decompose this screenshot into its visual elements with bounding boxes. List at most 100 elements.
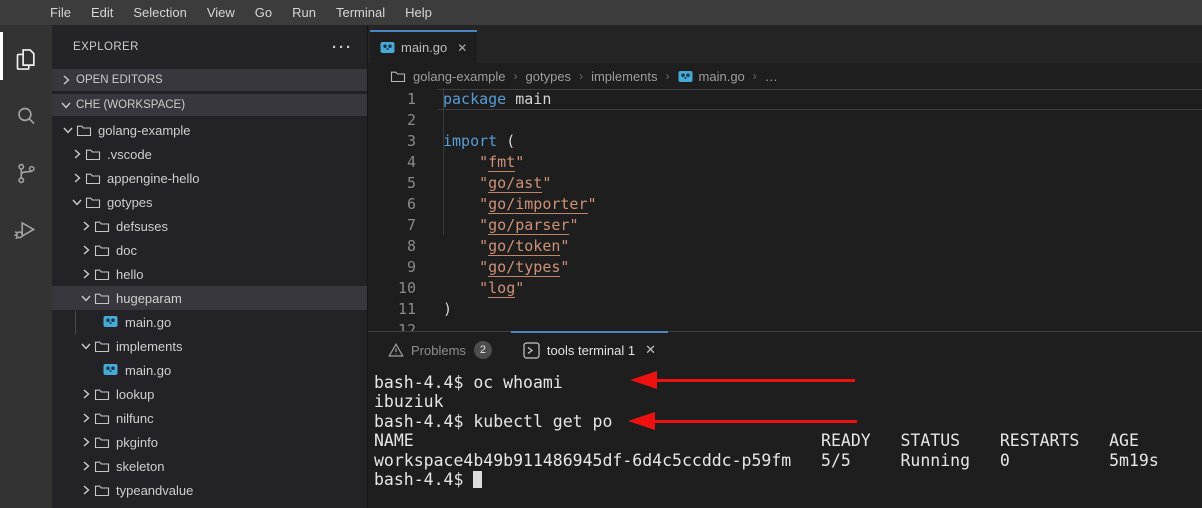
tree-folder-gotypes[interactable]: gotypes <box>52 190 367 214</box>
tree-folder-nilfunc[interactable]: nilfunc <box>52 406 367 430</box>
code-line-5[interactable]: 5 "go/ast" <box>368 173 1202 194</box>
problems-badge: 2 <box>474 341 492 359</box>
line-content: package main <box>438 89 1202 110</box>
breadcrumb-item[interactable]: implements <box>591 69 657 84</box>
open-editors-section[interactable]: OPEN EDITORS <box>52 69 367 91</box>
breadcrumb-item[interactable]: golang-example <box>413 69 506 84</box>
explorer-icon[interactable] <box>0 33 52 85</box>
chevron-right-icon[interactable] <box>78 458 94 474</box>
go-file-icon <box>380 40 395 55</box>
breadcrumb-item[interactable]: … <box>765 69 778 84</box>
tree-item-label: nilfunc <box>116 411 154 426</box>
tree-folder-appengine-hello[interactable]: appengine-hello <box>52 166 367 190</box>
folder-icon <box>390 68 406 84</box>
code-line-6[interactable]: 6 "go/importer" <box>368 194 1202 215</box>
breadcrumb-item[interactable]: gotypes <box>526 69 572 84</box>
folder-icon <box>85 146 103 162</box>
tree-folder-doc[interactable]: doc <box>52 238 367 262</box>
menu-item-terminal[interactable]: Terminal <box>326 0 395 25</box>
chevron-right-icon[interactable] <box>69 170 85 186</box>
explorer-more-icon[interactable]: ··· <box>332 39 353 56</box>
code-line-7[interactable]: 7 "go/parser" <box>368 215 1202 236</box>
section-label: OPEN EDITORS <box>76 74 163 86</box>
tab-main-go[interactable]: main.go ✕ <box>370 30 477 63</box>
tree-folder-hello[interactable]: hello <box>52 262 367 286</box>
tab-tools-terminal-1[interactable]: tools terminal 1 ✕ <box>511 331 668 367</box>
menu-item-file[interactable]: File <box>40 0 81 25</box>
tree-item-label: .vscode <box>107 147 152 162</box>
breadcrumb-item[interactable]: main.go <box>699 69 745 84</box>
menu-item-edit[interactable]: Edit <box>81 0 123 25</box>
code-line-10[interactable]: 10 "log" <box>368 278 1202 299</box>
tree-folder-.vscode[interactable]: .vscode <box>52 142 367 166</box>
chevron-down-icon[interactable] <box>78 338 94 354</box>
tree-folder-hugeparam[interactable]: hugeparam <box>52 286 367 310</box>
tree-folder-lookup[interactable]: lookup <box>52 382 367 406</box>
chevron-right-icon[interactable] <box>78 410 94 426</box>
explorer-header: EXPLORER ··· <box>52 25 367 69</box>
chevron-right-icon[interactable] <box>78 266 94 282</box>
editor-area: main.go ✕ golang-example › gotypes › imp… <box>368 25 1202 508</box>
line-number: 6 <box>368 194 416 215</box>
tree-folder-implements[interactable]: implements <box>52 334 367 358</box>
go-file-icon <box>678 69 693 84</box>
line-content <box>438 320 1202 331</box>
code-line-8[interactable]: 8 "go/token" <box>368 236 1202 257</box>
line-number: 10 <box>368 278 416 299</box>
breadcrumb-separator: › <box>514 69 518 83</box>
code-editor[interactable]: 1package main23import (4 "fmt"5 "go/ast"… <box>368 89 1202 331</box>
tab-close-icon[interactable]: ✕ <box>457 41 467 55</box>
code-line-9[interactable]: 9 "go/types" <box>368 257 1202 278</box>
code-line-11[interactable]: 11) <box>368 299 1202 320</box>
chevron-right-icon[interactable] <box>78 242 94 258</box>
chevron-down-icon <box>58 97 74 113</box>
workspace-section[interactable]: CHE (WORKSPACE) <box>52 94 367 116</box>
menu-item-view[interactable]: View <box>197 0 245 25</box>
tree-folder-typeandvalue[interactable]: typeandvalue <box>52 478 367 502</box>
chevron-right-icon[interactable] <box>69 146 85 162</box>
file-tree: golang-example .vscode appengine-hello goty… <box>52 118 367 502</box>
code-line-12[interactable]: 12 <box>368 320 1202 331</box>
chevron-down-icon[interactable] <box>69 194 85 210</box>
line-content: import ( <box>438 131 1202 152</box>
line-number: 2 <box>368 110 416 131</box>
tree-folder-skeleton[interactable]: skeleton <box>52 454 367 478</box>
folder-icon <box>94 266 112 282</box>
chevron-down-icon[interactable] <box>78 290 94 306</box>
chevron-right-icon[interactable] <box>78 482 94 498</box>
line-number: 5 <box>368 173 416 194</box>
source-control-icon[interactable] <box>0 147 52 199</box>
tree-file-main.go[interactable]: main.go <box>52 310 367 334</box>
code-line-2[interactable]: 2 <box>368 110 1202 131</box>
menu-item-go[interactable]: Go <box>245 0 282 25</box>
activity-bar <box>0 25 52 508</box>
code-line-3[interactable]: 3import ( <box>368 131 1202 152</box>
line-number: 11 <box>368 299 416 320</box>
menu-item-selection[interactable]: Selection <box>123 0 196 25</box>
folder-icon <box>76 122 94 138</box>
chevron-right-icon[interactable] <box>78 386 94 402</box>
tree-item-label: gotypes <box>107 195 153 210</box>
tree-folder-defsuses[interactable]: defsuses <box>52 214 367 238</box>
tree-file-main.go[interactable]: main.go <box>52 358 367 382</box>
chevron-right-icon[interactable] <box>78 218 94 234</box>
line-content: "log" <box>438 278 1202 299</box>
run-debug-icon[interactable] <box>0 204 52 256</box>
terminal-output[interactable]: bash-4.4$ oc whoamiibuziukbash-4.4$ kube… <box>374 368 1194 508</box>
menu-item-help[interactable]: Help <box>395 0 442 25</box>
tree-folder-golang-example[interactable]: golang-example <box>52 118 367 142</box>
terminal-line: ibuziuk <box>374 392 1194 411</box>
ide-window: FileEditSelectionViewGoRunTerminalHelp <box>0 0 1202 508</box>
tree-folder-pkginfo[interactable]: pkginfo <box>52 430 367 454</box>
search-icon[interactable] <box>0 90 52 142</box>
tab-problems[interactable]: Problems 2 <box>376 332 504 368</box>
explorer-sidebar: EXPLORER ··· OPEN EDITORS CHE (WORKSPACE… <box>52 25 368 508</box>
panel-tab-close-icon[interactable]: ✕ <box>645 342 656 358</box>
menu-item-run[interactable]: Run <box>282 0 326 25</box>
code-line-4[interactable]: 4 "fmt" <box>368 152 1202 173</box>
code-line-1[interactable]: 1package main <box>368 89 1202 110</box>
chevron-right-icon[interactable] <box>78 434 94 450</box>
chevron-down-icon[interactable] <box>60 122 76 138</box>
line-number: 9 <box>368 257 416 278</box>
line-number: 7 <box>368 215 416 236</box>
